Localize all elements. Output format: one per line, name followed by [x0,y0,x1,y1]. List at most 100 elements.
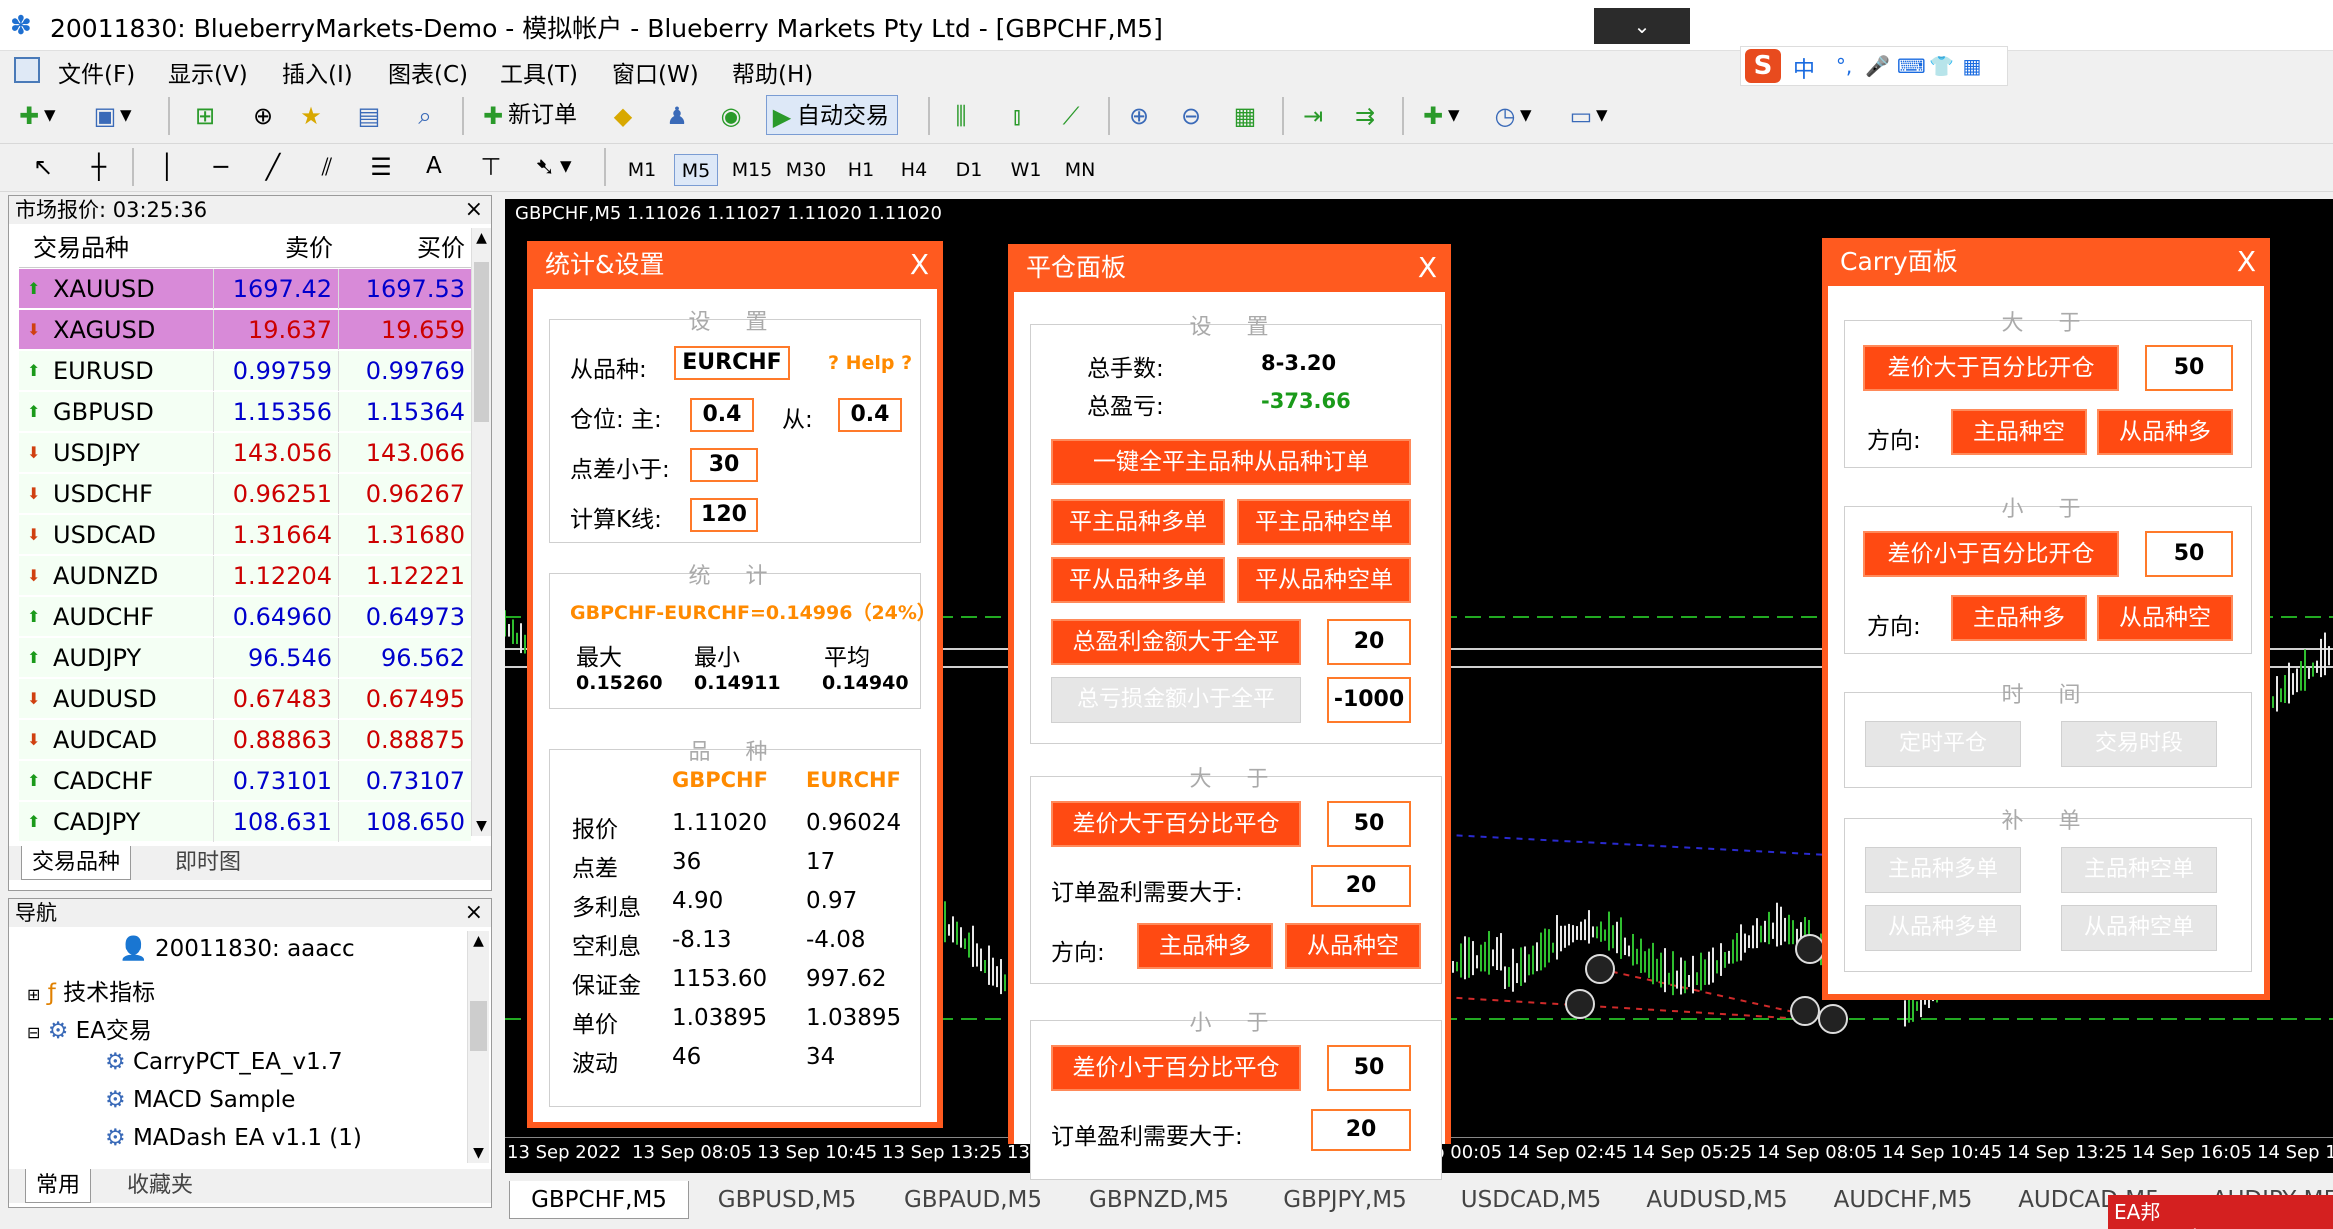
menu-chart[interactable]: 图表(C) [388,55,468,89]
periods-button[interactable]: ◷ ▾ [1490,95,1532,135]
nav-ea-madash[interactable]: ⚙ MADash EA v1.1 (1) [105,1125,362,1151]
templates-button[interactable]: ▭ ▾ [1566,95,1608,135]
nav-ea-macd[interactable]: ⚙ MACD Sample [105,1087,295,1113]
close-lt-percent-button[interactable]: 差价小于百分比平仓 [1051,1045,1301,1091]
gt-direction-from-buy-button[interactable]: 从品种多 [2097,409,2233,455]
chart-tab[interactable]: GBPAUD,M5 [885,1181,1061,1219]
market-watch-row[interactable]: ⬇ USDJPY 143.056 143.066 [19,433,471,473]
market-watch-row[interactable]: ⬆ CADCHF 0.73101 0.73107 [19,761,471,801]
skin-icon[interactable]: 👕 [1929,55,1954,77]
order-profit-input[interactable]: 20 [1311,865,1411,907]
chart-tab[interactable]: GBPUSD,M5 [699,1181,875,1219]
close-main-buy-button[interactable]: 平主品种多单 [1051,499,1225,545]
market-watch-row[interactable]: ⬆ AUDCHF 0.64960 0.64973 [19,597,471,637]
close-from-sell-button[interactable]: 平从品种空单 [1237,557,1411,603]
col-symbol[interactable]: 交易品种 [19,228,214,268]
nav-ea-carrypct[interactable]: ⚙ CarryPCT_EA_v1.7 [105,1049,343,1075]
tab-common[interactable]: 常用 [25,1169,92,1203]
line-chart-button[interactable]: ⟋ [1056,95,1086,135]
chart-tab[interactable]: GBPNZD,M5 [1071,1181,1247,1219]
indicators-button[interactable]: ✚ ▾ [1418,95,1460,135]
loss-close-input[interactable]: -1000 [1327,677,1411,723]
candle-chart-button[interactable]: ⫾ [1002,95,1032,135]
open-lt-percent-button[interactable]: 差价小于百分比开仓 [1863,531,2119,577]
chart-tab[interactable]: GBPCHF,M5 [509,1181,689,1219]
metaeditor-button[interactable]: ◆ [608,95,638,135]
chart-shift-button[interactable]: ⇥ [1298,95,1328,135]
direction-from-sell-button[interactable]: 从品种空 [1285,923,1421,969]
arrows-tool-icon[interactable]: ➷ ▾ [530,146,572,186]
market-button[interactable]: ◉ [716,95,746,135]
help-link[interactable]: ? Help ? [828,352,912,374]
chart-tab[interactable]: AUDUSD,M5 [1629,1181,1805,1219]
nav-account[interactable]: 👤 20011830: aaacc [119,935,355,962]
keyboard-icon[interactable]: ⌨ [1897,55,1926,77]
menu-help[interactable]: 帮助(H) [732,55,813,89]
market-watch-row[interactable]: ⬆ GBPUSD 1.15356 1.15364 [19,392,471,432]
tf-mn[interactable]: MN [1056,154,1104,186]
market-watch-row[interactable]: ⬆ AUDJPY 96.546 96.562 [19,638,471,678]
position-from-input[interactable]: 0.4 [838,398,902,432]
data-window-button[interactable]: ⊕ [248,95,278,135]
crosshair-tool-icon[interactable]: ┼ [84,146,114,186]
vertical-line-icon[interactable]: │ [152,146,182,186]
toolbox-icon[interactable]: ▦ [1961,55,1983,77]
tf-h4[interactable]: H4 [892,154,936,186]
new-chart-button[interactable]: ✚ ▾ [14,95,56,135]
col-ask[interactable]: 买价 [341,228,471,268]
profit-close-input[interactable]: 20 [1327,619,1411,665]
tile-windows-button[interactable]: ▦ [1230,95,1260,135]
tab-symbols[interactable]: 交易品种 [21,846,132,880]
zoom-in-button[interactable]: ⊕ [1124,95,1154,135]
chart-window-icon[interactable] [14,57,40,83]
market-watch-row[interactable]: ⬆ XAUUSD 1697.42 1697.53 [19,269,471,309]
bar-chart-button[interactable]: ⫼ [946,95,976,135]
timed-close-button[interactable]: 定时平仓 [1865,721,2021,767]
add-from-sell-button[interactable]: 从品种空单 [2061,905,2217,951]
cursor-tool-icon[interactable]: ↖ [28,146,58,186]
order-profit-input[interactable]: 20 [1311,1109,1411,1151]
punctuation-icon[interactable]: °, [1833,55,1855,77]
profiles-button[interactable]: ▣ ▾ [90,95,132,135]
signals-button[interactable]: ♟ [662,95,692,135]
equidistant-channel-icon[interactable]: ⫽ [312,146,342,186]
lt-direction-from-sell-button[interactable]: 从品种空 [2097,595,2233,641]
add-main-sell-button[interactable]: 主品种空单 [2061,847,2217,893]
from-symbol-input[interactable]: EURCHF [674,346,790,380]
col-bid[interactable]: 卖价 [215,228,339,268]
open-gt-percent-button[interactable]: 差价大于百分比开仓 [1863,345,2119,391]
tf-w1[interactable]: W1 [1004,154,1048,186]
tf-m15[interactable]: M15 [726,154,778,186]
close-icon[interactable]: X [2237,238,2256,286]
nav-expert-advisors[interactable]: ⊟ ⚙ EA交易 [27,1011,152,1045]
market-watch-row[interactable]: ⬇ AUDUSD 0.67483 0.67495 [19,679,471,719]
close-all-button[interactable]: 一键全平主品种从品种订单 [1051,439,1411,485]
market-watch-row[interactable]: ⬇ XAGUSD 19.637 19.659 [19,310,471,350]
close-from-buy-button[interactable]: 平从品种多单 [1051,557,1225,603]
close-icon[interactable]: X [1418,244,1437,292]
auto-scroll-button[interactable]: ⇉ [1350,95,1380,135]
close-icon[interactable]: × [465,196,483,224]
position-main-input[interactable]: 0.4 [690,398,754,432]
market-watch-button[interactable]: ⊞ [190,95,220,135]
lt-direction-main-buy-button[interactable]: 主品种多 [1951,595,2087,641]
navigator-scrollbar[interactable]: ▲ ▼ [467,931,489,1163]
close-lt-percent-input[interactable]: 50 [1327,1045,1411,1091]
tf-m30[interactable]: M30 [780,154,832,186]
add-from-buy-button[interactable]: 从品种多单 [1865,905,2021,951]
new-order-button[interactable]: ✚ 新订单 [478,95,577,135]
ime-mode[interactable]: 中 [1793,52,1815,84]
window-dropdown-button[interactable]: ⌄ [1594,8,1690,44]
market-watch-row[interactable]: ⬇ USDCAD 1.31664 1.31680 [19,515,471,555]
menu-view[interactable]: 显示(V) [168,55,248,89]
close-gt-percent-input[interactable]: 50 [1327,801,1411,847]
terminal-button[interactable]: ▤ [354,95,384,135]
close-icon[interactable]: × [465,899,483,927]
tf-h1[interactable]: H1 [840,154,882,186]
fibonacci-icon[interactable]: ☰ [366,146,396,186]
close-gt-percent-button[interactable]: 差价大于百分比平仓 [1051,801,1301,847]
ime-logo-icon[interactable]: S [1745,49,1781,83]
tf-m5[interactable]: M5 [674,154,718,186]
market-watch-row[interactable]: ⬇ AUDCAD 0.88863 0.88875 [19,720,471,760]
direction-main-buy-button[interactable]: 主品种多 [1137,923,1273,969]
